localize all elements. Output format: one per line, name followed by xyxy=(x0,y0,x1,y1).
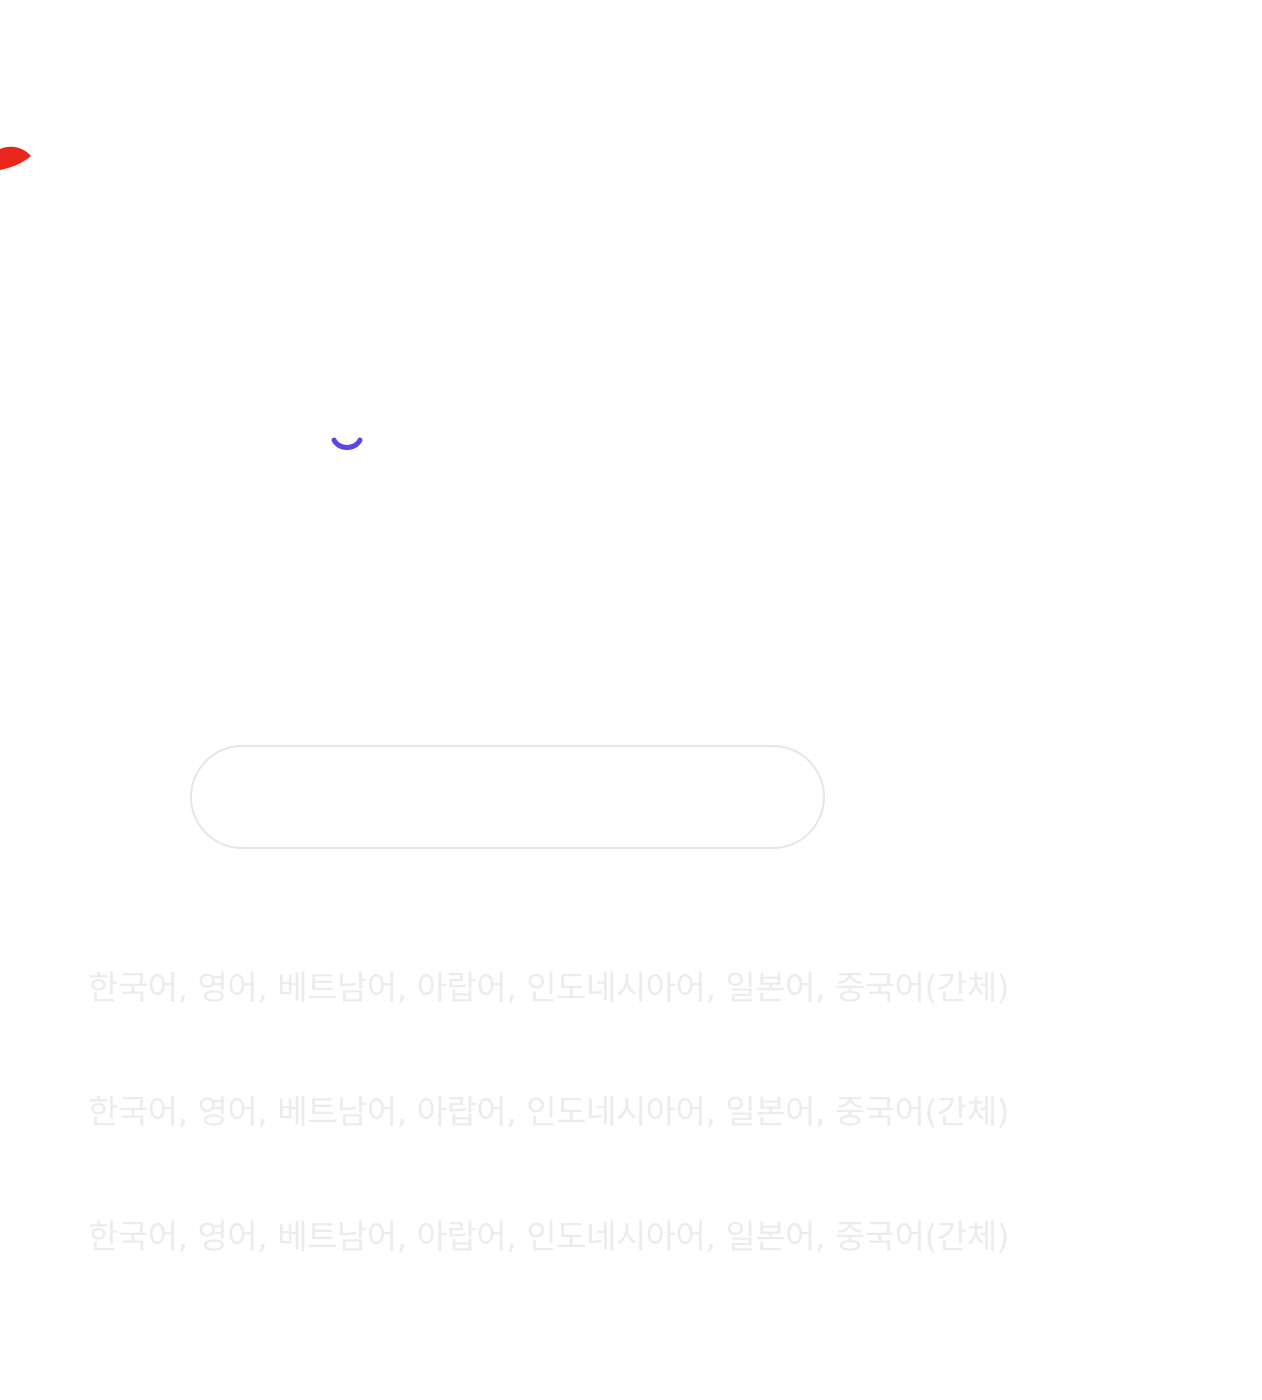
brand-shape-icon xyxy=(0,146,31,170)
language-list-line: 한국어, 영어, 베트남어, 아랍어, 인도네시아어, 일본어, 중국어(간체) xyxy=(88,968,1010,1007)
language-list-line: 한국어, 영어, 베트남어, 아랍어, 인도네시아어, 일본어, 중국어(간체) xyxy=(88,1217,1010,1256)
search-input[interactable] xyxy=(190,745,825,849)
language-list-line: 한국어, 영어, 베트남어, 아랍어, 인도네시아어, 일본어, 중국어(간체) xyxy=(88,1092,1010,1131)
chevron-down-icon[interactable] xyxy=(330,434,364,456)
